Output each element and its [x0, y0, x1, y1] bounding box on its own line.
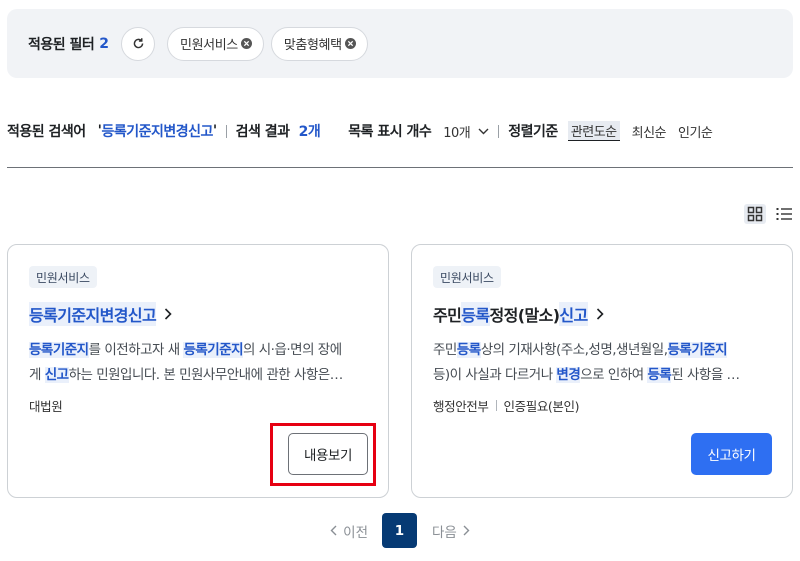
agency-name: 대법원 — [29, 399, 63, 414]
result-card: 민원서비스 등록기준지변경신고 등록기준지를 이전하고자 새 등록기준지의 시·… — [7, 244, 389, 498]
chevron-right-icon — [463, 525, 470, 536]
sort-option-latest[interactable]: 최신순 — [632, 122, 667, 141]
desc-keyword: 등록기준지 — [183, 342, 244, 358]
card-title-text: 등록기준지변경신고 — [29, 302, 157, 326]
divider — [498, 124, 500, 138]
divider — [225, 124, 227, 138]
query-close-quote: ' — [212, 123, 217, 139]
divider — [495, 400, 497, 411]
results-count: 2개 — [298, 124, 321, 140]
chevron-right-icon — [165, 308, 172, 320]
desc-keyword: 변경 — [556, 367, 581, 383]
applied-filter-bar: 적용된 필터 2 민원서비스 맞춤형혜택 — [7, 9, 793, 78]
filter-chip-civil-service[interactable]: 민원서비스 — [167, 26, 264, 61]
chevron-down-icon — [478, 128, 489, 134]
chevron-left-icon — [330, 525, 337, 536]
next-label: 다음 — [432, 524, 457, 541]
close-circle-icon[interactable] — [240, 38, 252, 49]
reset-filters-button[interactable] — [121, 26, 156, 61]
view-details-button[interactable]: 내용보기 — [288, 433, 368, 475]
list-view-button[interactable] — [773, 204, 795, 224]
result-card: 민원서비스 주민 등록 정정(말소) 신고 주민등록상의 기재사항(주소,성명,생년월… — [411, 244, 793, 498]
card-description: 등록기준지를 이전하고자 새 등록기준지의 시·읍·면의 장에 게 신고하는 민… — [29, 338, 371, 388]
desc-keyword: 등록기준지 — [667, 342, 728, 358]
grid-view-button[interactable] — [744, 204, 766, 224]
list-count-value: 10개 — [443, 125, 471, 141]
desc-text: 주민 — [433, 342, 457, 358]
agency-name: 행정안전부 — [433, 399, 489, 414]
desc-text: 를 이전하고자 새 — [88, 342, 184, 358]
filter-chip-label: 맞춤형혜택 — [283, 38, 342, 53]
desc-text: 으로 인하여 — [580, 367, 648, 383]
desc-text: 상의 기재사항(주소,성명,생년월일, — [480, 342, 668, 358]
desc-text: 게 — [29, 367, 45, 383]
applied-filter-title: 적용된 필터 — [28, 36, 95, 53]
grid-view-icon — [747, 206, 763, 222]
list-count-label: 목록 표시 개수 — [348, 124, 432, 140]
search-summary-row: 적용된 검색어 ' 등록기준지변경신고 ' 검색 결과 2개 목록 표시 개수 … — [7, 120, 800, 142]
prev-page-button[interactable]: 이전 — [330, 521, 368, 541]
prev-label: 이전 — [343, 524, 368, 541]
card-title-text: 주민 — [433, 306, 462, 325]
category-tag: 민원서비스 — [433, 266, 501, 288]
filter-chip-custom-benefit[interactable]: 맞춤형혜택 — [270, 26, 368, 61]
desc-keyword: 등록 — [647, 367, 672, 383]
sort-option-popular[interactable]: 인기순 — [678, 122, 713, 141]
pagination: 이전 1 다음 — [0, 513, 800, 548]
divider-line — [7, 167, 793, 168]
card-title-link[interactable]: 등록기준지변경신고 — [29, 302, 172, 326]
card-title-keyword: 등록 — [461, 302, 490, 326]
card-title-link[interactable]: 주민 등록 정정(말소) 신고 — [433, 302, 604, 326]
desc-text: 하는 민원입니다. 본 민원사무안내에 관한 사항은… — [68, 367, 344, 383]
sort-option-relevance[interactable]: 관련도순 — [567, 121, 620, 141]
view-toggle-group — [744, 204, 795, 224]
desc-text: 등)이 사실과 다르거나 — [433, 367, 557, 383]
applied-keyword: 등록기준지변경신고 — [101, 124, 213, 140]
category-tag: 민원서비스 — [29, 266, 97, 288]
applied-filter-count: 2 — [99, 35, 110, 52]
results-label: 검색 결과 — [235, 124, 290, 140]
applied-keyword-label: 적용된 검색어 — [7, 124, 86, 140]
filter-chip-label: 민원서비스 — [180, 38, 238, 53]
page-number-current[interactable]: 1 — [382, 513, 417, 548]
desc-keyword: 신고 — [44, 367, 69, 383]
card-title-text: 정정(말소) — [489, 306, 561, 325]
desc-keyword: 등록 — [456, 342, 481, 358]
desc-keyword: 등록기준지 — [29, 342, 89, 358]
sort-label: 정렬기준 — [508, 124, 558, 140]
desc-text: 된 사항을 … — [671, 367, 740, 383]
card-meta: 행정안전부 인증필요(본인) — [433, 396, 579, 415]
list-view-icon — [776, 208, 792, 220]
desc-text: 의 시·읍·면의 장에 — [243, 342, 342, 358]
chevron-right-icon — [596, 308, 604, 320]
refresh-icon — [133, 38, 143, 49]
next-page-button[interactable]: 다음 — [432, 521, 470, 541]
card-description: 주민등록상의 기재사항(주소,성명,생년월일,등록기준지 등)이 사실과 다르거… — [433, 338, 775, 388]
auth-requirement: 인증필요(본인) — [503, 399, 580, 414]
close-circle-icon[interactable] — [344, 38, 356, 49]
list-count-select[interactable]: 10개 — [443, 122, 489, 141]
card-title-keyword: 신고 — [559, 302, 588, 326]
apply-report-button[interactable]: 신고하기 — [691, 433, 772, 475]
card-meta: 대법원 — [29, 396, 63, 415]
